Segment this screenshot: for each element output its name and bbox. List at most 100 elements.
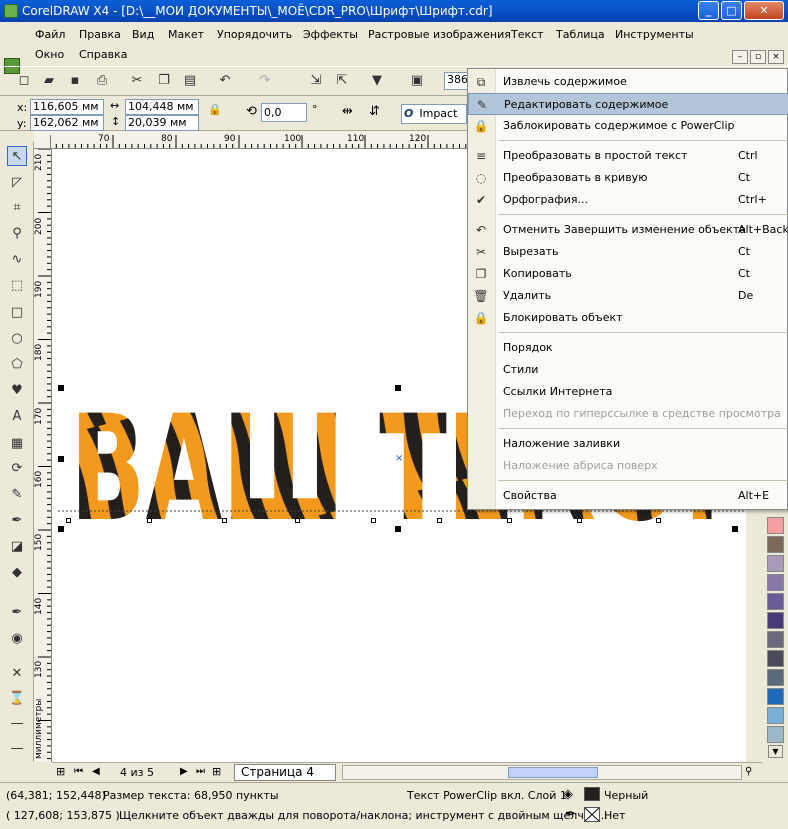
zoom-level-field[interactable]: 386 bbox=[444, 72, 468, 90]
context-menu-item[interactable]: ⧉ Извлечь содержимое bbox=[468, 71, 788, 93]
fill-tool-icon[interactable]: ◪ bbox=[7, 537, 27, 557]
prev-page-icon[interactable]: ◀ bbox=[92, 766, 100, 777]
welcome-icon[interactable]: ▣ bbox=[408, 72, 426, 90]
angle-field[interactable]: 0,0 bbox=[261, 103, 307, 122]
menu-window[interactable]: Окно bbox=[35, 48, 64, 61]
last-page-icon[interactable]: ⏭ bbox=[196, 766, 205, 777]
color-wheel-icon[interactable]: ◉ bbox=[7, 629, 27, 649]
context-menu-item[interactable]: ✔ Орфография... Ctrl+ bbox=[468, 189, 788, 211]
context-menu-item[interactable]: 🗑 Удалить De bbox=[468, 285, 788, 307]
doc-restore-button[interactable]: ▫ bbox=[750, 50, 766, 64]
no-fill-icon[interactable]: ✕ bbox=[7, 664, 27, 684]
context-menu-item[interactable]: 🔒 Блокировать объект bbox=[468, 307, 788, 329]
thin-line-icon[interactable]: — bbox=[7, 739, 27, 759]
crop-tool-icon[interactable]: ⌗ bbox=[7, 198, 27, 218]
palette-swatch[interactable] bbox=[767, 555, 784, 572]
y-position-field[interactable]: 162,062 мм bbox=[30, 115, 104, 131]
context-menu-item[interactable]: ↶ Отменить Завершить изменение объекта Alt… bbox=[468, 219, 788, 241]
undo-icon[interactable]: ↶ bbox=[216, 72, 234, 90]
palette-swatch[interactable] bbox=[767, 669, 784, 686]
palette-swatch[interactable] bbox=[767, 688, 784, 705]
context-menu-item[interactable]: Ссылки Интернета bbox=[468, 381, 788, 403]
outline-tool-icon[interactable]: ✒ bbox=[7, 511, 27, 531]
save-icon[interactable]: ▪ bbox=[66, 72, 84, 90]
add-page-before-icon[interactable]: ⊞ bbox=[56, 765, 65, 778]
next-page-icon[interactable]: ▶ bbox=[180, 766, 188, 777]
context-menu-item[interactable]: ✎ Редактировать содержимое bbox=[468, 93, 788, 115]
selection-handle[interactable] bbox=[58, 526, 64, 532]
shape-tool-icon[interactable]: ◸ bbox=[7, 173, 27, 193]
context-menu-item[interactable]: Порядок bbox=[468, 337, 788, 359]
maximize-button[interactable]: □ bbox=[721, 1, 742, 20]
outline-swatch[interactable] bbox=[584, 807, 600, 822]
open-icon[interactable]: ▰ bbox=[40, 72, 58, 90]
minimize-button[interactable]: _ bbox=[698, 1, 719, 20]
node-handle[interactable] bbox=[295, 518, 300, 523]
basic-shapes-icon[interactable]: ♥ bbox=[7, 381, 27, 401]
width-field[interactable]: 104,448 мм bbox=[125, 99, 199, 115]
node-handle[interactable] bbox=[66, 518, 71, 523]
horizontal-scrollbar[interactable] bbox=[342, 765, 742, 780]
lock-ratio-icon[interactable]: 🔒 bbox=[208, 103, 222, 116]
selection-handle[interactable] bbox=[395, 526, 401, 532]
import-icon[interactable]: ⇲ bbox=[307, 72, 325, 90]
copy-icon[interactable]: ❐ bbox=[155, 72, 173, 90]
doc-close-button[interactable]: × bbox=[768, 50, 784, 64]
context-menu-item[interactable]: 🔒 Заблокировать содержимое с PowerClip bbox=[468, 115, 788, 137]
print-icon[interactable]: ⎙ bbox=[93, 72, 111, 90]
zoom-tool-icon[interactable]: ⚲ bbox=[7, 224, 27, 244]
node-handle[interactable] bbox=[222, 518, 227, 523]
paste-icon[interactable]: ▤ bbox=[181, 72, 199, 90]
selection-handle[interactable] bbox=[732, 526, 738, 532]
menu-table[interactable]: Таблица bbox=[556, 28, 605, 41]
height-field[interactable]: 20,039 мм bbox=[125, 115, 199, 131]
page-tab[interactable]: Страница 4 bbox=[234, 764, 336, 781]
context-menu-item[interactable]: Свойства Alt+E bbox=[468, 485, 788, 507]
table-tool-icon[interactable]: ▦ bbox=[7, 434, 27, 454]
interactive-tool-icon[interactable]: ⟳ bbox=[7, 459, 27, 479]
palette-scroll-down-icon[interactable]: ▼ bbox=[768, 745, 783, 758]
font-field[interactable]: O Impact bbox=[401, 104, 467, 124]
fill-swatch[interactable] bbox=[584, 787, 600, 801]
palette-swatch[interactable] bbox=[767, 517, 784, 534]
cut-icon[interactable]: ✂ bbox=[128, 72, 146, 90]
app-launcher-icon[interactable]: ▼ bbox=[368, 72, 386, 90]
palette-swatch[interactable] bbox=[767, 612, 784, 629]
palette-swatch[interactable] bbox=[767, 650, 784, 667]
mirror-v-icon[interactable]: ⇵ bbox=[369, 104, 380, 119]
menu-arrange[interactable]: Упорядочить bbox=[217, 28, 292, 41]
eyedropper-tool-icon[interactable]: ✎ bbox=[7, 485, 27, 505]
menu-text[interactable]: Текст bbox=[511, 28, 544, 41]
doc-minimize-button[interactable]: – bbox=[732, 50, 748, 64]
palette-swatch[interactable] bbox=[767, 536, 784, 553]
palette-swatch[interactable] bbox=[767, 593, 784, 610]
context-menu-item[interactable]: Стили bbox=[468, 359, 788, 381]
x-position-field[interactable]: 116,605 мм bbox=[30, 99, 104, 115]
selection-handle[interactable] bbox=[395, 385, 401, 391]
node-handle[interactable] bbox=[577, 518, 582, 523]
add-page-after-icon[interactable]: ⊞ bbox=[212, 765, 221, 778]
menu-help[interactable]: Справка bbox=[79, 48, 127, 61]
pen-tool-icon[interactable]: ✒ bbox=[7, 603, 27, 623]
rectangle-tool-icon[interactable]: □ bbox=[7, 303, 27, 323]
menu-layout[interactable]: Макет bbox=[168, 28, 204, 41]
context-menu-item[interactable]: ❐ Копировать Ct bbox=[468, 263, 788, 285]
pick-tool-icon[interactable]: ↖ bbox=[7, 146, 27, 166]
context-menu-item[interactable]: ◌ Преобразовать в кривую Ct bbox=[468, 167, 788, 189]
menu-edit[interactable]: Правка bbox=[79, 28, 121, 41]
hairline-icon[interactable]: — bbox=[7, 714, 27, 734]
mirror-h-icon[interactable]: ⇹ bbox=[342, 104, 353, 119]
node-handle[interactable] bbox=[147, 518, 152, 523]
node-handle[interactable] bbox=[507, 518, 512, 523]
menu-effects[interactable]: Эффекты bbox=[303, 28, 358, 41]
node-handle[interactable] bbox=[656, 518, 661, 523]
context-menu-item[interactable]: ≡ Преобразовать в простой текст Ctrl bbox=[468, 145, 788, 167]
context-menu-item[interactable]: ✂ Вырезать Ct bbox=[468, 241, 788, 263]
menu-view[interactable]: Вид bbox=[132, 28, 154, 41]
node-handle[interactable] bbox=[437, 518, 442, 523]
context-menu-item[interactable]: Наложение заливки bbox=[468, 433, 788, 455]
palette-swatch[interactable] bbox=[767, 707, 784, 724]
first-page-icon[interactable]: ⏮ bbox=[74, 766, 83, 777]
text-tool-icon[interactable]: A bbox=[7, 407, 27, 427]
smart-fill-icon[interactable]: ⬚ bbox=[7, 276, 27, 296]
